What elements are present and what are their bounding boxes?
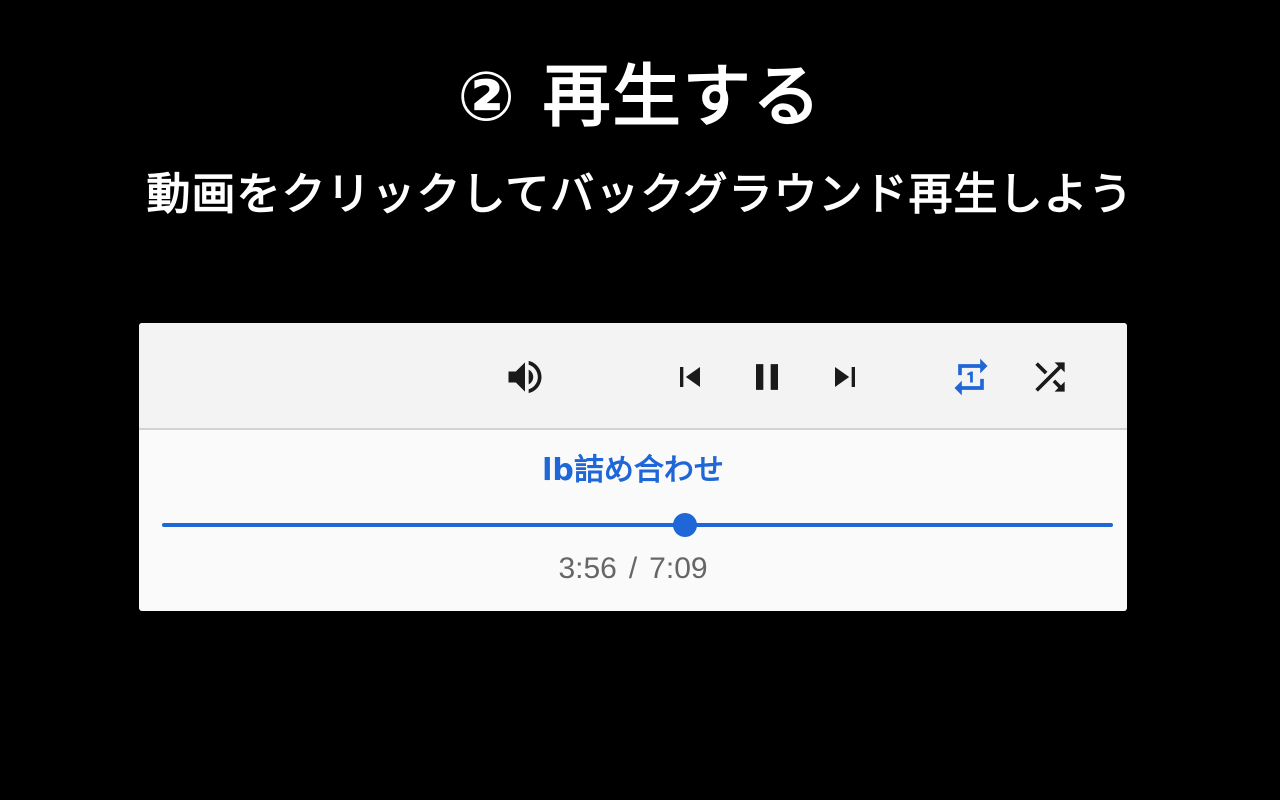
audio-player: lb詰め合わせ 3:56 / 7:09 <box>139 323 1127 611</box>
track-title: lb詰め合わせ <box>542 453 724 488</box>
current-time: 3:56 <box>558 552 617 585</box>
seek-slider[interactable] <box>162 511 1113 539</box>
screen: ② 再生する 動画をクリックしてバックグラウンド再生しよう lb詰め合わせ 3:… <box>0 0 1280 800</box>
volume-button[interactable] <box>501 353 549 401</box>
skip-previous-icon <box>680 367 700 387</box>
seek-thumb[interactable] <box>673 513 698 537</box>
next-track-button[interactable] <box>821 353 869 401</box>
shuffle-icon <box>1035 362 1065 392</box>
shuffle-button[interactable] <box>1026 353 1074 401</box>
volume-up-icon <box>508 360 542 394</box>
pause-button[interactable] <box>743 353 791 401</box>
page-title: ② 再生する <box>457 58 823 137</box>
page-subtitle: 動画をクリックしてバックグラウンド再生しよう <box>146 169 1134 220</box>
pause-icon <box>756 364 778 390</box>
skip-next-icon <box>835 367 855 387</box>
repeat-one-button[interactable] <box>947 353 995 401</box>
repeat-one-icon <box>954 358 988 396</box>
player-controls-bar <box>139 323 1127 430</box>
total-duration: 7:09 <box>649 552 708 585</box>
time-display: 3:56 / 7:09 <box>139 549 1127 589</box>
time-separator: / <box>628 552 638 585</box>
previous-track-button[interactable] <box>666 353 714 401</box>
seek-track <box>162 523 1113 527</box>
